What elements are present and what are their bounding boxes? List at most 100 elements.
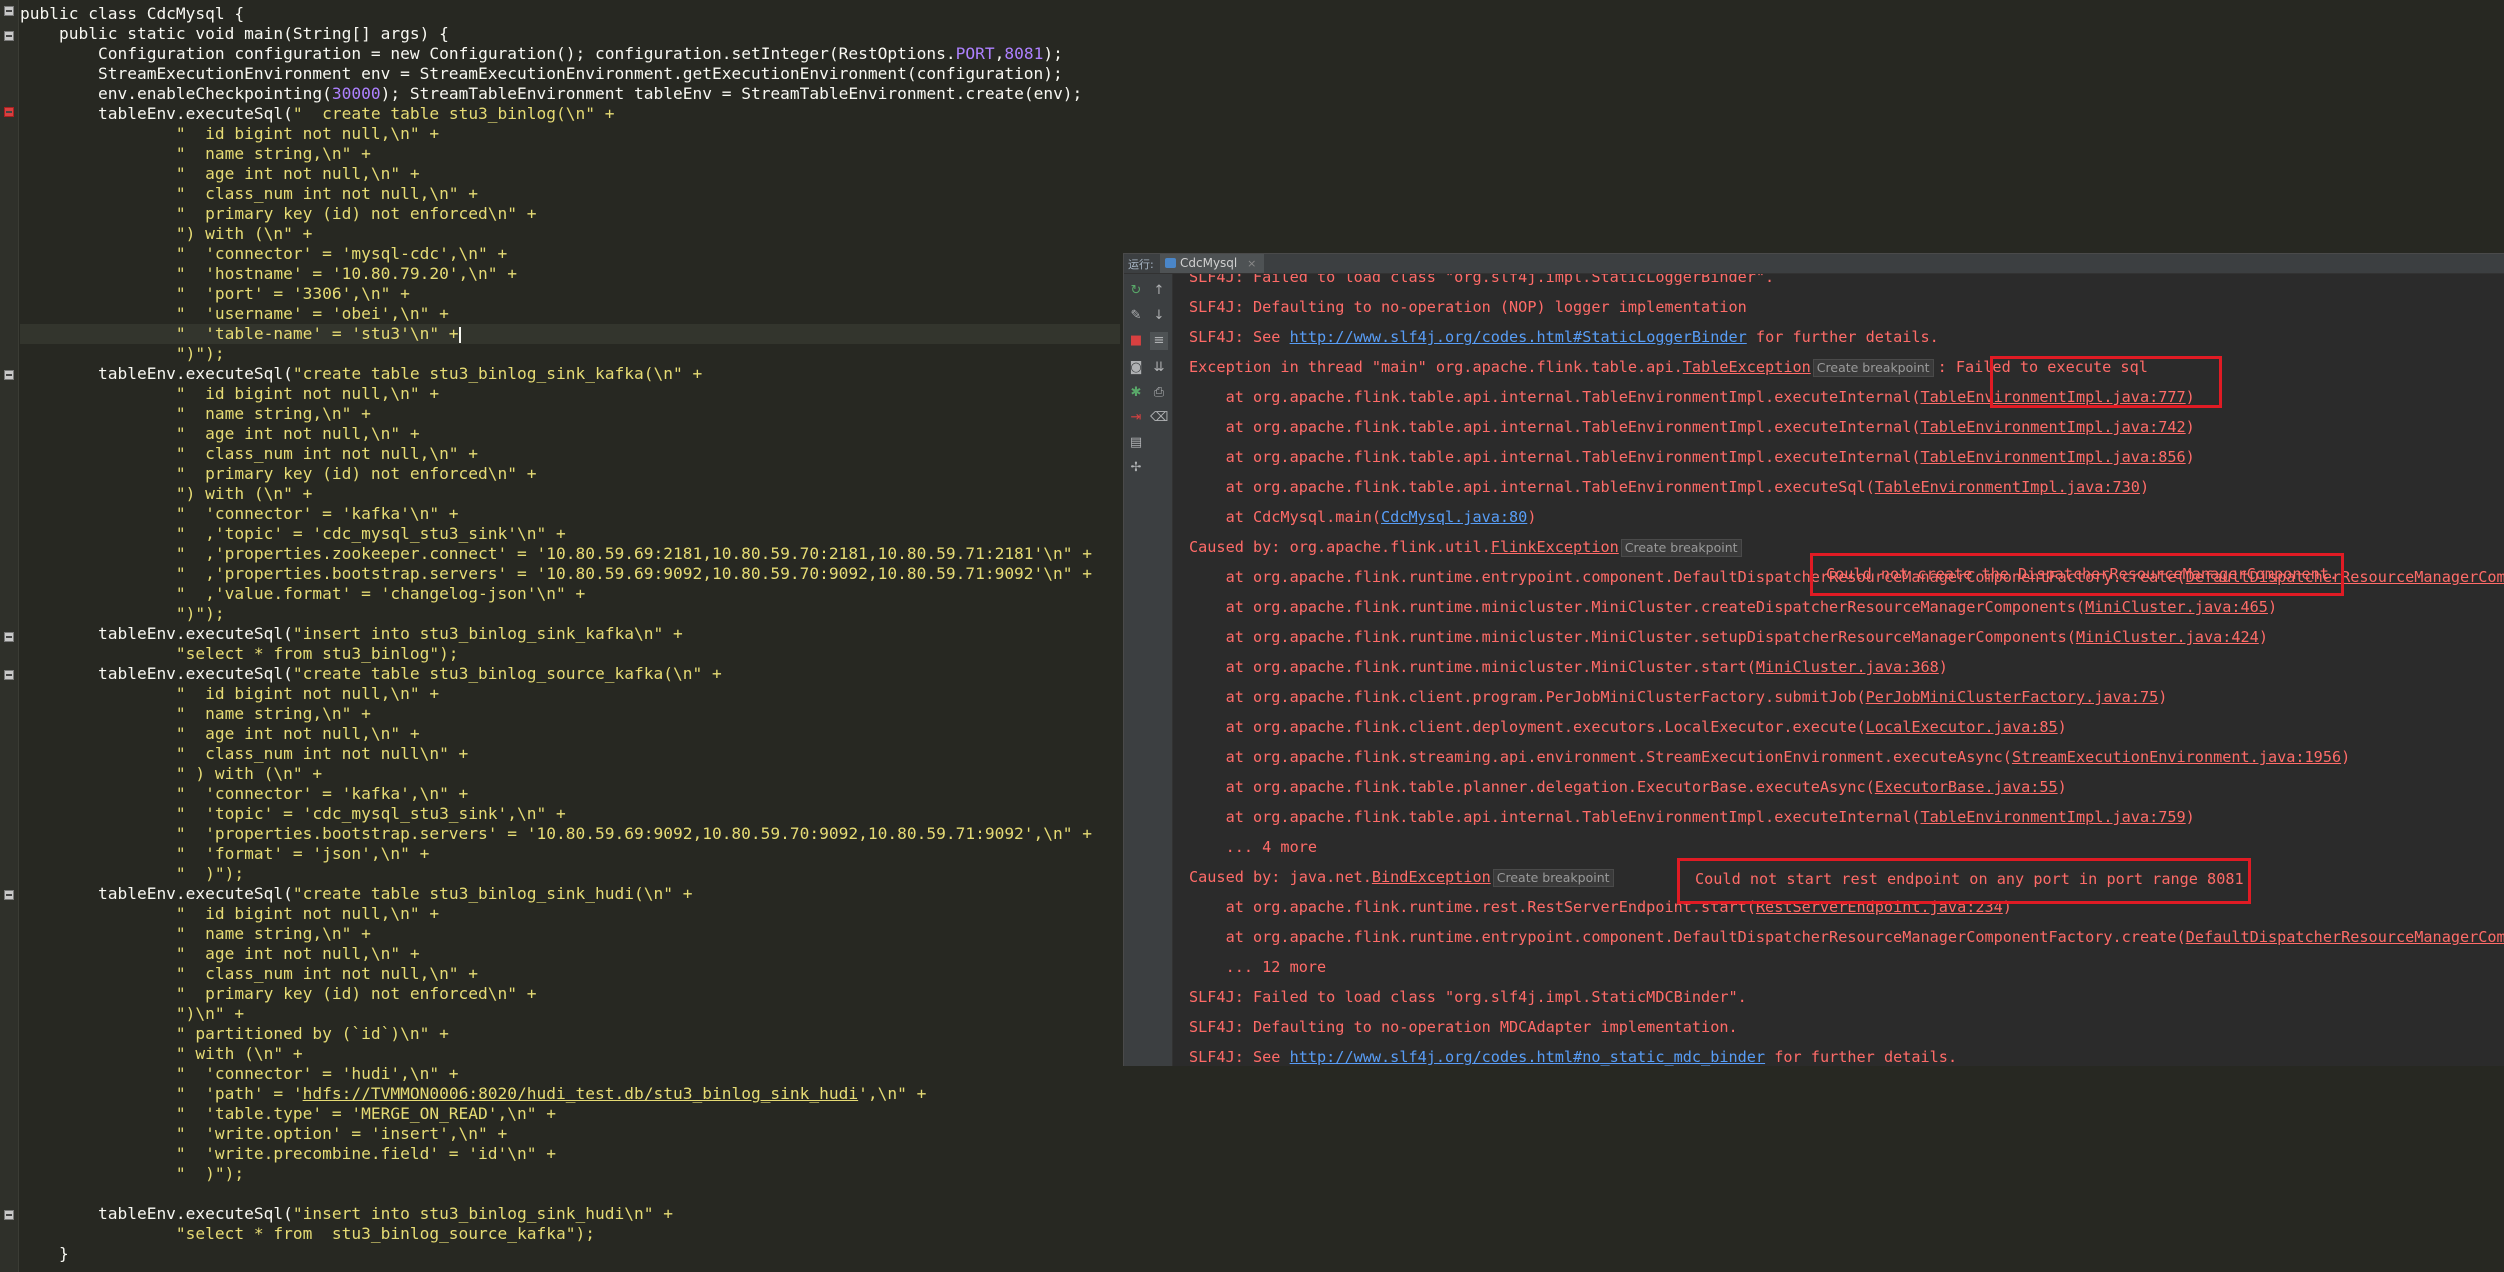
stop-icon[interactable]: ■ xyxy=(1127,332,1145,350)
error-message: Could not create the DispatcherResourceM… xyxy=(1826,565,2339,583)
source-link[interactable]: MiniCluster.java:465 xyxy=(2085,598,2268,616)
code-line: ")"); xyxy=(20,344,225,363)
code-line: " 'table.type' = 'MERGE_ON_READ',\n" + xyxy=(20,1104,557,1123)
source-link[interactable]: PerJobMiniClusterFactory.java:75 xyxy=(1866,688,2159,706)
code-line: " age int not null,\n" + xyxy=(20,164,420,183)
fold-icon[interactable] xyxy=(4,890,14,900)
code-line: " )"); xyxy=(20,1164,245,1183)
print-icon[interactable]: ⎙ xyxy=(1150,384,1168,402)
code-line: " class_num int not null,\n" + xyxy=(20,184,479,203)
code-line: public class CdcMysql { xyxy=(20,4,245,23)
stack-frame: at org.apache.flink.table.api.internal.T… xyxy=(1189,808,2195,826)
layout-icon[interactable]: ▤ xyxy=(1127,434,1145,452)
code-line: " 'connector' = 'mysql-cdc',\n" + xyxy=(20,244,508,263)
code-line: " primary key (id) not enforced\n" + xyxy=(20,464,537,483)
code-line: ")"); xyxy=(20,604,225,623)
source-link[interactable]: MiniCluster.java:368 xyxy=(1756,658,1939,676)
code-line: " 'topic' = 'cdc_mysql_stu3_sink',\n" + xyxy=(20,804,566,823)
code-line: " id bigint not null,\n" + xyxy=(20,124,440,143)
run-toolbar: ↻ ✎ ■ ◙ ✱ ⇥ ▤ ✢ ↑ ↓ ≡ ⇊ ⎙ ⌫ xyxy=(1124,274,1173,1066)
console-line: Caused by: java.net.BindException Create … xyxy=(1189,862,1618,892)
code-line: "select * from stu3_binlog_source_kafka"… xyxy=(20,1224,595,1243)
code-line: tableEnv.executeSql("create table stu3_b… xyxy=(20,884,693,903)
source-link[interactable]: StreamExecutionEnvironment.java:1956 xyxy=(2012,748,2341,766)
run-panel-header: 运行: CdcMysql × xyxy=(1124,254,2504,274)
code-line: " ,'properties.bootstrap.servers' = '10.… xyxy=(20,564,1093,583)
code-line: Configuration configuration = new Config… xyxy=(20,44,1063,63)
source-link[interactable]: TableEnvironmentImpl.java:730 xyxy=(1875,478,2140,496)
source-link[interactable]: MiniCluster.java:424 xyxy=(2076,628,2259,646)
fold-icon[interactable] xyxy=(4,370,14,380)
code-line: " name string,\n" + xyxy=(20,144,371,163)
code-line: " 'connector' = 'kafka'\n" + xyxy=(20,504,459,523)
create-breakpoint-button[interactable]: Create breakpoint xyxy=(1492,868,1614,887)
down-arrow-icon[interactable]: ↓ xyxy=(1150,307,1168,325)
console-link[interactable]: http://www.slf4j.org/codes.html#StaticLo… xyxy=(1290,328,1747,346)
camera-icon[interactable]: ◙ xyxy=(1127,359,1145,377)
exit-icon[interactable]: ⇥ xyxy=(1127,409,1145,427)
code-line: tableEnv.executeSql("create table stu3_b… xyxy=(20,664,722,683)
code-line: " )"); xyxy=(20,864,245,883)
code-line: " age int not null,\n" + xyxy=(20,944,420,963)
stack-frame: at org.apache.flink.runtime.minicluster.… xyxy=(1189,658,1948,676)
code-line: " id bigint not null,\n" + xyxy=(20,684,440,703)
wrench-icon[interactable]: ✎ xyxy=(1127,307,1145,325)
code-line: } xyxy=(20,1244,69,1263)
run-tab-cdcmysql[interactable]: CdcMysql × xyxy=(1160,254,1265,273)
code-line: " id bigint not null,\n" + xyxy=(20,384,440,403)
trash-icon[interactable]: ⌫ xyxy=(1150,409,1168,427)
code-line: " ) with (\n" + xyxy=(20,764,323,783)
class-link[interactable]: BindException xyxy=(1372,868,1491,886)
stack-frame: at org.apache.flink.table.api.internal.T… xyxy=(1189,418,2195,436)
close-icon[interactable]: × xyxy=(1247,257,1256,270)
soft-wrap-icon[interactable]: ≡ xyxy=(1150,332,1168,350)
code-line: tableEnv.executeSql("insert into stu3_bi… xyxy=(20,1204,673,1223)
source-link[interactable]: LocalExecutor.java:85 xyxy=(1866,718,2058,736)
source-link[interactable]: CdcMysql.java:80 xyxy=(1381,508,1527,526)
code-line: " id bigint not null,\n" + xyxy=(20,904,440,923)
code-line: env.enableCheckpointing(30000); StreamTa… xyxy=(20,84,1083,103)
source-link[interactable]: TableEnvironmentImpl.java:759 xyxy=(1921,808,2186,826)
run-tool-window: 运行: CdcMysql × ↻ ✎ ■ ◙ ✱ ⇥ ▤ ✢ ↑ ↓ ≡ ⇊ ⎙… xyxy=(1123,253,2504,1066)
console-line: ... 12 more xyxy=(1189,958,1327,976)
up-arrow-icon[interactable]: ↑ xyxy=(1150,282,1168,300)
source-link[interactable]: TableEnvironmentImpl.java:742 xyxy=(1921,418,2186,436)
class-link[interactable]: FlinkException xyxy=(1491,538,1619,556)
fold-icon[interactable] xyxy=(4,670,14,680)
fold-icon[interactable] xyxy=(4,1210,14,1220)
stack-frame: at org.apache.flink.client.deployment.ex… xyxy=(1189,718,2067,736)
code-line: " age int not null,\n" + xyxy=(20,724,420,743)
console-line: SLF4J: See http://www.slf4j.org/codes.ht… xyxy=(1189,1048,1958,1066)
code-line: " class_num int not null,\n" + xyxy=(20,964,479,983)
error-marker-icon[interactable] xyxy=(4,107,14,117)
stack-frame: at org.apache.flink.client.program.PerJo… xyxy=(1189,688,2168,706)
source-link[interactable]: ExecutorBase.java:55 xyxy=(1875,778,2058,796)
create-breakpoint-button[interactable]: Create breakpoint xyxy=(1812,358,1934,377)
code-line: " ,'topic' = 'cdc_mysql_stu3_sink'\n" + xyxy=(20,524,566,543)
rerun-icon[interactable]: ↻ xyxy=(1127,282,1145,300)
fold-icon[interactable] xyxy=(4,6,14,16)
code-line: " primary key (id) not enforced\n" + xyxy=(20,204,537,223)
source-link[interactable]: TableEnvironmentImpl.java:856 xyxy=(1921,448,2186,466)
fold-icon[interactable] xyxy=(4,632,14,642)
console-line: ... 4 more xyxy=(1189,838,1318,856)
code-line: ") with (\n" + xyxy=(20,224,313,243)
console-line: Caused by: org.apache.flink.util.FlinkEx… xyxy=(1189,532,1746,562)
editor-gutter xyxy=(0,0,19,1272)
code-line: " ,'value.format' = 'changelog-json'\n" … xyxy=(20,584,586,603)
console-link[interactable]: http://www.slf4j.org/codes.html#no_stati… xyxy=(1290,1048,1765,1066)
console-line: SLF4J: Failed to load class "org.slf4j.i… xyxy=(1189,988,1747,1006)
pin-icon[interactable]: ✢ xyxy=(1127,459,1145,477)
create-breakpoint-button[interactable]: Create breakpoint xyxy=(1620,538,1742,557)
code-line: public static void main(String[] args) { xyxy=(20,24,449,43)
source-link[interactable]: DefaultDispatcherResourceManagerComponen… xyxy=(2186,928,2504,946)
code-line: " 'write.precombine.field' = 'id'\n" + xyxy=(20,1144,557,1163)
class-link[interactable]: TableException xyxy=(1683,358,1811,376)
stack-frame: at org.apache.flink.table.api.internal.T… xyxy=(1189,478,2150,496)
debug-icon[interactable]: ✱ xyxy=(1127,384,1145,402)
stack-frame: at org.apache.flink.streaming.api.enviro… xyxy=(1189,748,2351,766)
scroll-end-icon[interactable]: ⇊ xyxy=(1150,359,1168,377)
fold-icon[interactable] xyxy=(4,31,14,41)
stack-frame: at org.apache.flink.runtime.entrypoint.c… xyxy=(1189,922,2504,952)
console-output[interactable]: SLF4J: Failed to load class "org.slf4j.i… xyxy=(1173,274,2504,1066)
